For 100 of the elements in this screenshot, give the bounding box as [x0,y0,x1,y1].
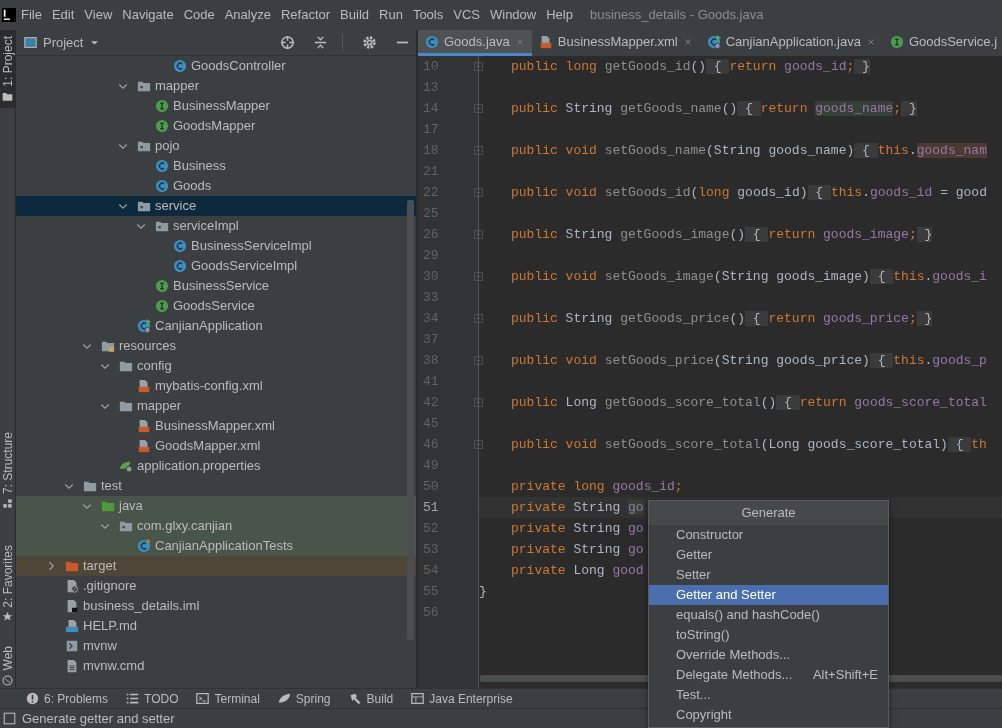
tree-row[interactable]: mapper [16,396,416,416]
tree-row[interactable]: java [16,496,416,516]
fold-icon[interactable] [473,397,484,408]
crosshair-icon[interactable] [280,35,295,50]
tree-row[interactable]: GoodsController [16,56,416,76]
square-icon[interactable] [3,712,16,725]
fold-icon[interactable] [473,313,484,324]
tool-window-button[interactable]: Terminal [196,689,260,708]
tree-row[interactable]: GoodsMapper [16,116,416,136]
tree-row[interactable]: mapper [16,76,416,96]
menu-item[interactable]: Setter [649,565,888,585]
tree-row[interactable]: GoodsMapper.xml [16,436,416,456]
side-tab[interactable]: 2: Favorites [0,538,15,629]
tool-window-button[interactable]: Build [348,689,394,708]
fold-icon[interactable] [473,229,484,240]
settings-icon[interactable] [362,35,377,50]
tool-window-button[interactable]: Spring [277,689,331,708]
tree-row[interactable]: mybatis-config.xml [16,376,416,396]
tree-item-label[interactable]: HELP.md [83,616,137,636]
tree-row[interactable]: application.properties [16,456,416,476]
side-tab[interactable]: 1: Project [0,30,15,108]
tree-item-label[interactable]: GoodsMapper [173,116,256,136]
tree-row[interactable]: BusinessMapper.xml [16,416,416,436]
tree-row[interactable]: target [16,556,416,576]
menu-item[interactable]: Delegate Methods... Alt+Shift+E [649,665,888,685]
tool-window-button[interactable]: TODO [126,689,179,708]
app-logo[interactable] [2,8,16,22]
tree-item-label[interactable]: com.glxy.canjian [137,516,233,536]
fold-icon[interactable] [473,187,484,198]
tree-row[interactable]: BusinessService [16,276,416,296]
menu-item[interactable]: Copyright [649,705,888,725]
menu-item[interactable]: View [79,5,118,25]
menu-item[interactable]: toString() [649,625,888,645]
tree-row[interactable]: mvnw [16,636,416,656]
fold-icon[interactable] [473,439,484,450]
side-tab[interactable]: Web [0,640,15,692]
menu-item[interactable]: Build [335,5,374,25]
menu-item[interactable]: VCS [448,5,485,25]
menu-item[interactable]: Window [484,5,542,25]
tree-row[interactable]: resources [16,336,416,356]
menu-item[interactable]: Override Methods... [649,645,888,665]
tree-item-label[interactable]: mvnw.cmd [83,656,145,676]
tree-row[interactable]: CanjianApplicationTests [16,536,416,556]
tree-row[interactable]: .gitignore [16,576,416,596]
tree-item-label[interactable]: target [83,556,117,576]
tree-row[interactable]: GoodsService [16,296,416,316]
tree-item-label[interactable]: pojo [155,136,180,156]
editor-tab[interactable]: GoodsService.j [882,30,1002,56]
fold-icon[interactable] [473,355,484,366]
tree-item-label[interactable]: serviceImpl [173,216,239,236]
menu-item[interactable]: Analyze [219,5,276,25]
tree-row[interactable]: Goods [16,176,416,196]
tree-item-label[interactable]: mybatis-config.xml [155,376,263,396]
tree-item-label[interactable]: CanjianApplication [155,316,263,336]
tree-item-label[interactable]: .gitignore [83,576,137,596]
close-icon[interactable] [514,36,525,47]
tree-item-label[interactable]: config [137,356,172,376]
tree-item-label[interactable]: service [155,196,197,216]
tree-row[interactable]: serviceImpl [16,216,416,236]
menu-item[interactable]: Help [541,5,578,25]
fold-icon[interactable] [473,145,484,156]
side-tab[interactable]: 7: Structure [0,425,15,515]
fold-icon[interactable] [473,103,484,114]
scrollbar-thumb[interactable] [407,200,414,640]
tree-item-label[interactable]: test [101,476,122,496]
tree-row[interactable]: BusinessServiceImpl [16,236,416,256]
tree-row[interactable]: BusinessMapper [16,96,416,116]
tree-item-label[interactable]: BusinessMapper [173,96,270,116]
tree-item-label[interactable]: GoodsController [191,56,286,76]
editor-tab[interactable]: BusinessMapper.xml [531,30,700,56]
fold-icon[interactable] [473,61,484,72]
menu-item[interactable]: Run [374,5,408,25]
tree-item-label[interactable]: mvnw [83,636,117,656]
close-icon[interactable] [865,36,876,47]
tree-item-label[interactable]: GoodsMapper.xml [155,436,261,456]
tree-item-label[interactable]: business_details.iml [83,596,200,616]
tree-item-label[interactable]: Business [173,156,226,176]
tree-row[interactable]: mvnw.cmd [16,656,416,676]
tree-row[interactable]: Business [16,156,416,176]
tree-item-label[interactable]: application.properties [137,456,261,476]
tree-item-label[interactable]: java [119,496,143,516]
tree-item-label[interactable]: Goods [173,176,212,196]
tree-row[interactable]: config [16,356,416,376]
menu-item[interactable]: Code [178,5,220,25]
tree-item-label[interactable]: resources [119,336,177,356]
menu-item[interactable]: Tools [407,5,449,25]
tree-item-label[interactable]: mapper [155,76,200,96]
menu-item[interactable]: Constructor [649,525,888,545]
panel-title[interactable]: Project [43,32,84,53]
menu-item[interactable]: Edit [46,5,80,25]
menu-item[interactable]: Test... [649,685,888,705]
tree-item-label[interactable]: BusinessService [173,276,270,296]
tree-row[interactable]: pojo [16,136,416,156]
tree-item-label[interactable]: GoodsService [173,296,255,316]
menu-item[interactable]: equals() and hashCode() [649,605,888,625]
tree-item-label[interactable]: CanjianApplicationTests [155,536,294,556]
close-icon[interactable] [682,36,693,47]
tree-row[interactable]: CanjianApplication [16,316,416,336]
tree-row[interactable]: service [16,196,416,216]
menu-item[interactable]: Navigate [117,5,179,25]
